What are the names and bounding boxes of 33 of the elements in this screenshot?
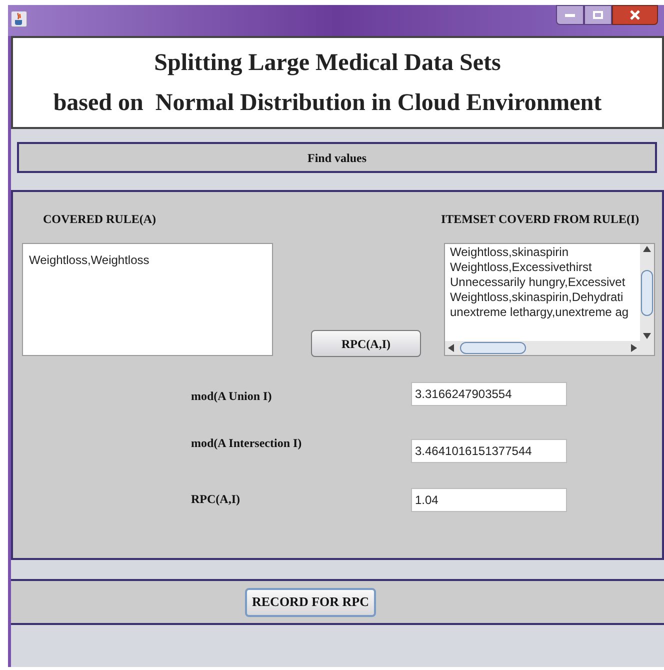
result-field[interactable]: 3.3166247903554 bbox=[411, 382, 567, 406]
list-item[interactable]: Weightloss,Excessivethirst bbox=[450, 260, 592, 275]
java-cup-icon bbox=[11, 11, 27, 27]
app-title: Splitting Large Medical Data Sets bbox=[154, 50, 501, 76]
right-arrow-icon bbox=[631, 344, 637, 352]
close-icon bbox=[630, 10, 640, 20]
result-label: RPC(A,I) bbox=[191, 491, 240, 508]
covered-rule-text-area[interactable]: Weightloss,Weightloss bbox=[22, 243, 273, 356]
scroll-thumb[interactable] bbox=[641, 270, 653, 316]
find-values-button[interactable]: Find values bbox=[17, 142, 657, 173]
result-field[interactable]: 1.04 bbox=[411, 488, 567, 512]
itemset-list[interactable]: Weightloss,skinaspirin Weightloss,Excessivethirst Unnecessarily hungry,Excessivet Weightloss,skinaspirin,Dehydrati unextreme lethargy,unextreme ag bbox=[444, 243, 655, 356]
app-title: based on Normal Distribution in Cloud Environment bbox=[53, 90, 602, 116]
up-arrow-icon bbox=[643, 246, 651, 252]
rpc-button[interactable]: RPC(A,I) bbox=[311, 330, 421, 357]
list-item[interactable]: Weightloss,skinaspirin,Dehydrati bbox=[450, 290, 624, 305]
itemset-label: ITEMSET COVERD FROM RULE(I) bbox=[441, 211, 640, 228]
horizontal-scrollbar[interactable] bbox=[445, 341, 640, 355]
record-for-rpc-button[interactable]: RECORD FOR RPC bbox=[245, 588, 376, 616]
result-label: mod(A Union I) bbox=[191, 388, 272, 405]
maximize-button[interactable] bbox=[584, 5, 612, 25]
result-field[interactable]: 3.4641016151377544 bbox=[411, 439, 567, 463]
scroll-thumb[interactable] bbox=[460, 342, 526, 354]
list-item[interactable]: Unnecessarily hungry,Excessivet bbox=[450, 275, 626, 290]
close-button[interactable] bbox=[612, 5, 658, 25]
left-arrow-icon bbox=[448, 344, 454, 352]
down-arrow-icon bbox=[643, 333, 651, 339]
result-label: mod(A Intersection I) bbox=[191, 435, 302, 452]
vertical-scrollbar[interactable] bbox=[640, 244, 654, 341]
minimize-button[interactable] bbox=[556, 5, 584, 25]
list-item[interactable]: Weightloss,skinaspirin bbox=[450, 245, 568, 260]
list-item[interactable]: unextreme lethargy,unextreme ag bbox=[450, 305, 629, 320]
covered-rule-label: COVERED RULE(A) bbox=[43, 211, 156, 228]
